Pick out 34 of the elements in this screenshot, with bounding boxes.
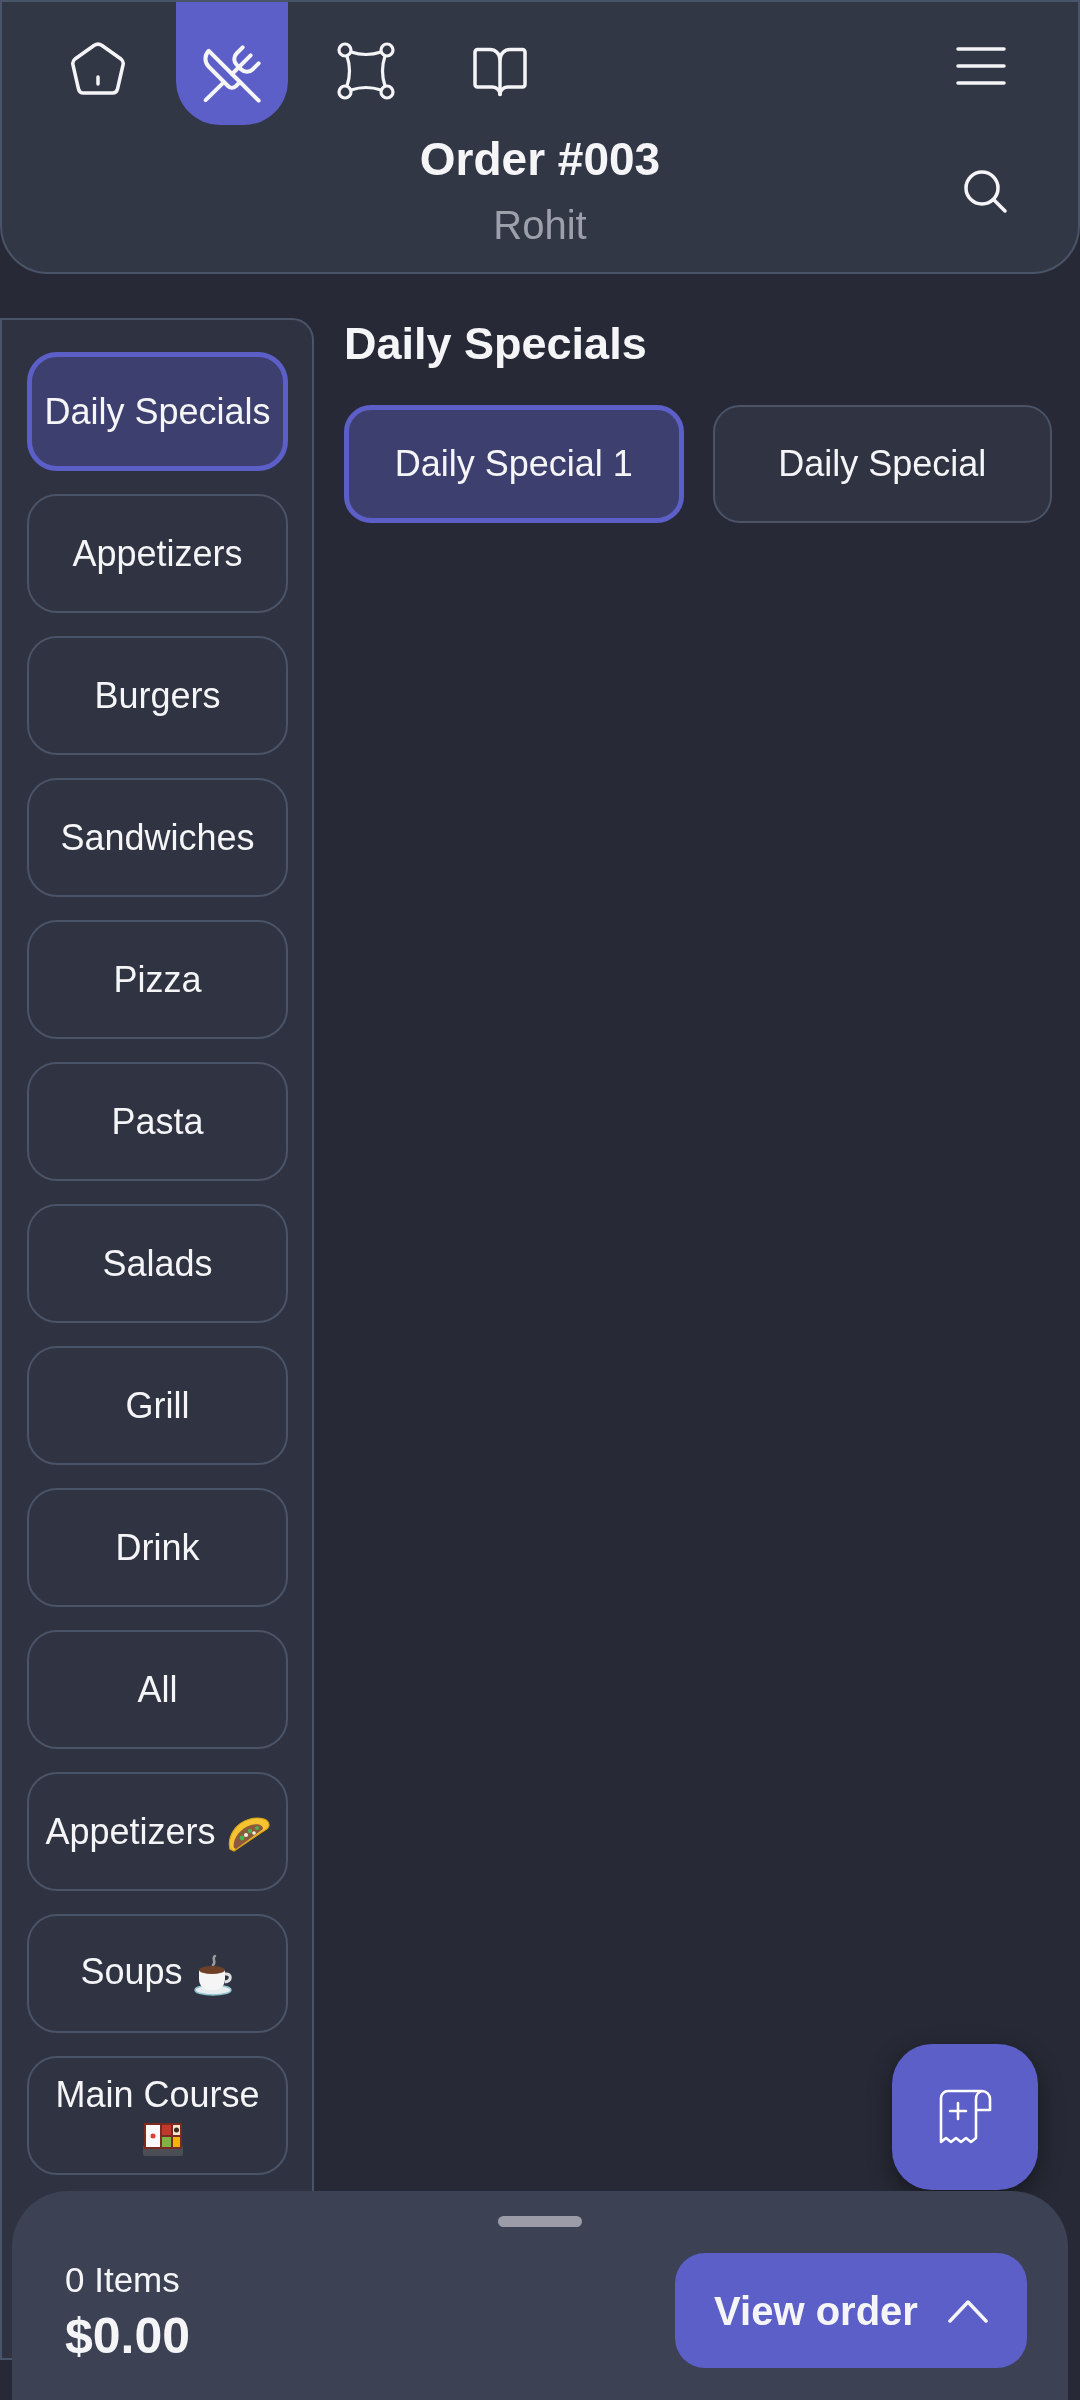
search-icon — [963, 168, 1007, 213]
bento-box-icon — [141, 2120, 184, 2157]
dining-tab[interactable] — [176, 2, 288, 125]
category-button[interactable]: Grill — [27, 1346, 288, 1465]
category-button[interactable]: Salads — [27, 1204, 288, 1323]
order-title: Order #003 — [419, 133, 661, 185]
category-button[interactable]: Drink — [27, 1488, 288, 1607]
order-total: $0.00 — [65, 2307, 191, 2364]
category-button[interactable]: Soups — [27, 1914, 288, 2033]
category-button[interactable]: Sandwiches — [27, 778, 288, 897]
section-heading: Daily Specials — [344, 318, 648, 370]
menu-item-card[interactable]: Daily Special 1 — [344, 405, 684, 523]
category-button[interactable]: Pizza — [27, 920, 288, 1039]
menu-icon — [956, 47, 1006, 85]
category-button[interactable]: All — [27, 1630, 288, 1749]
view-order-button[interactable]: View order — [675, 2253, 1027, 2368]
menu-button[interactable] — [956, 47, 1006, 85]
network-icon — [337, 42, 395, 100]
category-button[interactable]: Burgers — [27, 636, 288, 755]
category-button[interactable]: Pasta — [27, 1062, 288, 1181]
category-button[interactable]: Main Course — [27, 2056, 288, 2175]
customer-name: Rohit — [493, 202, 587, 248]
category-button[interactable]: Daily Specials — [27, 352, 288, 471]
item-count: 0 Items — [65, 2258, 181, 2301]
category-button[interactable]: Appetizers — [27, 1772, 288, 1891]
add-receipt-button[interactable] — [892, 2044, 1038, 2190]
coffee-cup-icon — [192, 1953, 235, 1996]
search-button[interactable] — [963, 168, 1007, 213]
drag-handle[interactable] — [498, 2216, 582, 2227]
home-icon — [70, 42, 126, 96]
menu-item-card[interactable]: Daily Special — [712, 405, 1052, 523]
chevron-up-icon — [947, 2298, 988, 2323]
fork-knife-icon — [200, 42, 264, 106]
category-button[interactable]: Appetizers — [27, 494, 288, 613]
